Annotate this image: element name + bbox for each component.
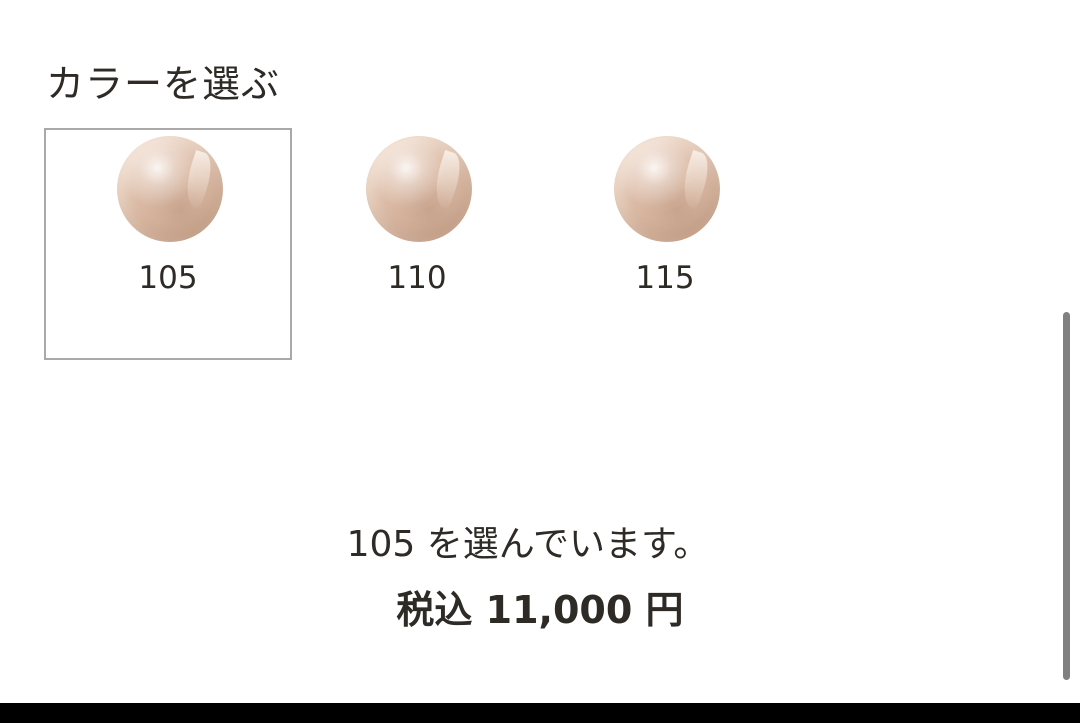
bottom-edge-bar bbox=[0, 703, 1080, 723]
section-title: カラーを選ぶ bbox=[46, 62, 281, 106]
shade-pearl-icon bbox=[614, 136, 720, 242]
selection-status: 105 を選んでいます。 bbox=[346, 524, 710, 565]
color-swatch-115[interactable]: 115 bbox=[541, 128, 789, 360]
shade-pearl-icon bbox=[117, 136, 223, 242]
price-amount: 11,000 bbox=[485, 588, 633, 632]
price-tax-label: 税込 bbox=[396, 588, 473, 632]
swatch-label: 110 bbox=[387, 260, 447, 296]
color-selector-page: カラーを選ぶ 105 110 115 105 を選んでいます。 税込 11,00… bbox=[0, 0, 1080, 723]
color-swatch-110[interactable]: 110 bbox=[293, 128, 541, 360]
price-currency: 円 bbox=[645, 588, 684, 632]
swatch-label: 105 bbox=[138, 260, 198, 296]
shade-pearl-icon bbox=[366, 136, 472, 242]
vertical-scrollbar[interactable] bbox=[1063, 312, 1070, 680]
price: 税込 11,000 円 bbox=[0, 584, 1080, 636]
swatch-label: 115 bbox=[635, 260, 695, 296]
color-swatch-105[interactable]: 105 bbox=[44, 128, 292, 360]
